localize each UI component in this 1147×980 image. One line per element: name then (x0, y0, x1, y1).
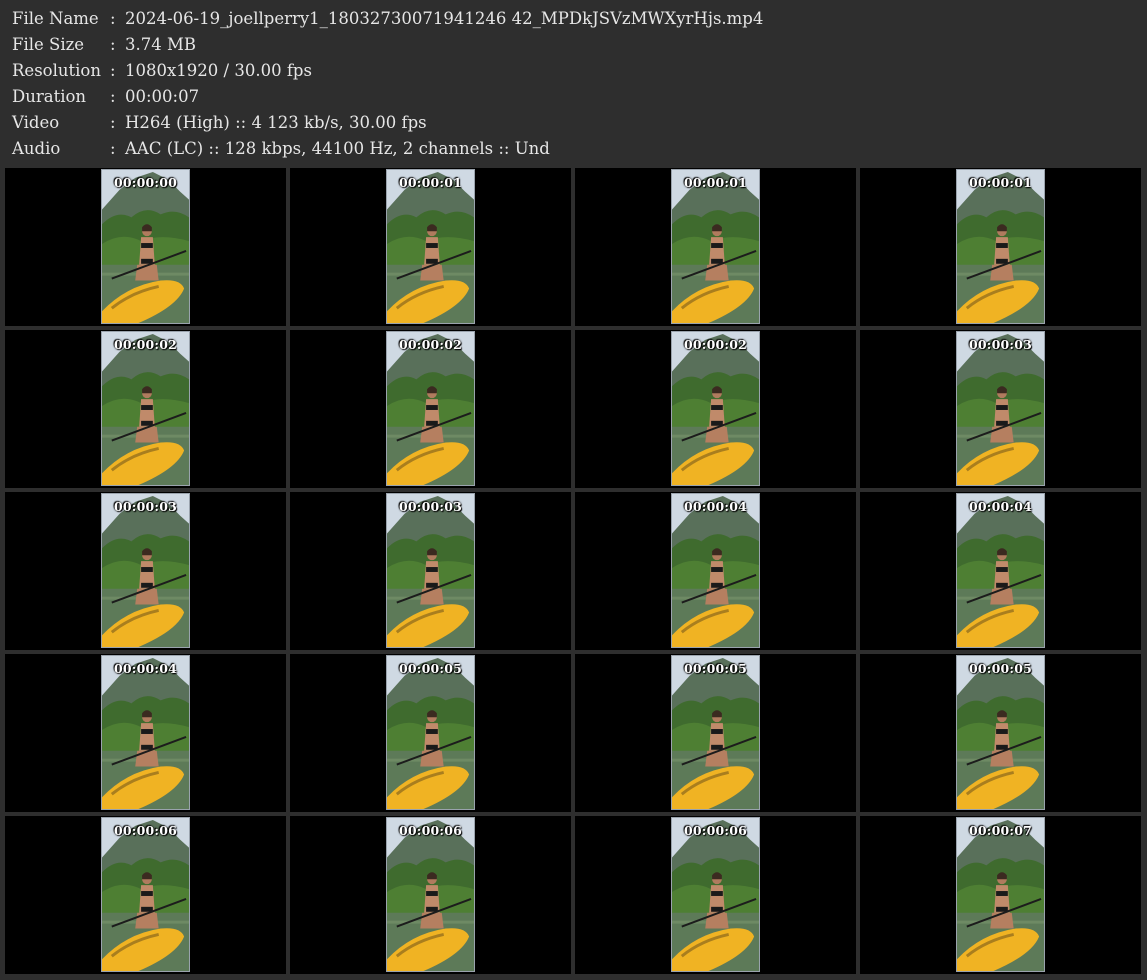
file-info-panel: File Name : 2024-06-19_joellperry1_18032… (12, 6, 1132, 162)
thumbnail-cell: 00:00:01 (860, 168, 1141, 326)
video-frame-thumbnail: 00:00:06 (386, 817, 475, 972)
thumbnail-cell: 00:00:01 (290, 168, 571, 326)
thumbnail-cell: 00:00:05 (290, 654, 571, 812)
video-frame-thumbnail: 00:00:04 (101, 655, 190, 810)
frame-timestamp: 00:00:04 (968, 499, 1032, 514)
video-frame-thumbnail: 00:00:00 (101, 169, 190, 324)
thumbnail-cell: 00:00:04 (860, 492, 1141, 650)
thumbnail-cell: 00:00:05 (860, 654, 1141, 812)
info-row-duration: Duration : 00:00:07 (12, 84, 1132, 110)
video-frame-thumbnail: 00:00:02 (386, 331, 475, 486)
info-separator: : (110, 87, 116, 106)
info-row-audio: Audio : AAC (LC) :: 128 kbps, 44100 Hz, … (12, 136, 1132, 162)
video-frame-thumbnail: 00:00:02 (671, 331, 760, 486)
frame-timestamp: 00:00:04 (113, 661, 177, 676)
frame-timestamp: 00:00:00 (113, 175, 177, 190)
frame-timestamp: 00:00:04 (683, 499, 747, 514)
thumbnail-cell: 00:00:02 (5, 330, 286, 488)
info-label: Audio (12, 139, 61, 158)
video-frame-thumbnail: 00:00:07 (956, 817, 1045, 972)
video-frame-thumbnail: 00:00:05 (386, 655, 475, 810)
frame-timestamp: 00:00:05 (683, 661, 747, 676)
thumbnail-cell: 00:00:06 (575, 816, 856, 974)
frame-timestamp: 00:00:03 (398, 499, 462, 514)
info-label: Video (12, 113, 60, 132)
video-frame-thumbnail: 00:00:03 (956, 331, 1045, 486)
video-frame-thumbnail: 00:00:05 (671, 655, 760, 810)
video-frame-thumbnail: 00:00:06 (671, 817, 760, 972)
frame-timestamp: 00:00:02 (398, 337, 462, 352)
info-separator: : (110, 9, 116, 28)
frame-timestamp: 00:00:02 (113, 337, 177, 352)
video-frame-thumbnail: 00:00:03 (101, 493, 190, 648)
info-label: File Size (12, 35, 85, 54)
info-separator: : (110, 139, 116, 158)
video-frame-thumbnail: 00:00:01 (956, 169, 1045, 324)
info-row-resolution: Resolution : 1080x1920 / 30.00 fps (12, 58, 1132, 84)
info-value-video: H264 (High) :: 4 123 kb/s, 30.00 fps (125, 113, 427, 132)
frame-timestamp: 00:00:01 (683, 175, 747, 190)
frame-timestamp: 00:00:01 (398, 175, 462, 190)
thumbnail-cell: 00:00:04 (5, 654, 286, 812)
info-separator: : (110, 61, 116, 80)
frame-timestamp: 00:00:05 (968, 661, 1032, 676)
info-label: File Name (12, 9, 99, 28)
info-label: Duration (12, 87, 87, 106)
frame-timestamp: 00:00:06 (683, 823, 747, 838)
video-frame-thumbnail: 00:00:04 (671, 493, 760, 648)
thumbnail-cell: 00:00:02 (575, 330, 856, 488)
video-frame-thumbnail: 00:00:03 (386, 493, 475, 648)
info-value-file-name: 2024-06-19_joellperry1_18032730071941246… (125, 9, 764, 28)
info-value-duration: 00:00:07 (125, 87, 200, 106)
frame-timestamp: 00:00:02 (683, 337, 747, 352)
thumbnail-cell: 00:00:06 (290, 816, 571, 974)
thumbnail-cell: 00:00:07 (860, 816, 1141, 974)
video-frame-thumbnail: 00:00:06 (101, 817, 190, 972)
thumbnail-cell: 00:00:03 (860, 330, 1141, 488)
thumbnail-cell: 00:00:03 (290, 492, 571, 650)
thumbnail-cell: 00:00:03 (5, 492, 286, 650)
info-row-file-name: File Name : 2024-06-19_joellperry1_18032… (12, 6, 1132, 32)
frame-timestamp: 00:00:07 (968, 823, 1032, 838)
info-row-file-size: File Size : 3.74 MB (12, 32, 1132, 58)
frame-timestamp: 00:00:06 (113, 823, 177, 838)
thumbnail-cell: 00:00:06 (5, 816, 286, 974)
frame-timestamp: 00:00:06 (398, 823, 462, 838)
thumbnail-grid: 00:00:00 00:00:01 00:00:01 00:00:01 00:00:02… (5, 168, 1142, 978)
frame-timestamp: 00:00:03 (113, 499, 177, 514)
info-row-video: Video : H264 (High) :: 4 123 kb/s, 30.00… (12, 110, 1132, 136)
video-frame-thumbnail: 00:00:01 (671, 169, 760, 324)
thumbnail-cell: 00:00:04 (575, 492, 856, 650)
info-value-resolution: 1080x1920 / 30.00 fps (125, 61, 312, 80)
frame-timestamp: 00:00:05 (398, 661, 462, 676)
info-separator: : (110, 35, 116, 54)
thumbnail-cell: 00:00:05 (575, 654, 856, 812)
video-frame-thumbnail: 00:00:01 (386, 169, 475, 324)
info-label: Resolution (12, 61, 101, 80)
thumbnail-cell: 00:00:00 (5, 168, 286, 326)
frame-timestamp: 00:00:01 (968, 175, 1032, 190)
info-value-audio: AAC (LC) :: 128 kbps, 44100 Hz, 2 channe… (125, 139, 550, 158)
video-frame-thumbnail: 00:00:05 (956, 655, 1045, 810)
video-frame-thumbnail: 00:00:02 (101, 331, 190, 486)
info-value-file-size: 3.74 MB (125, 35, 197, 54)
video-frame-thumbnail: 00:00:04 (956, 493, 1045, 648)
frame-timestamp: 00:00:03 (968, 337, 1032, 352)
thumbnail-cell: 00:00:02 (290, 330, 571, 488)
info-separator: : (110, 113, 116, 132)
thumbnail-cell: 00:00:01 (575, 168, 856, 326)
